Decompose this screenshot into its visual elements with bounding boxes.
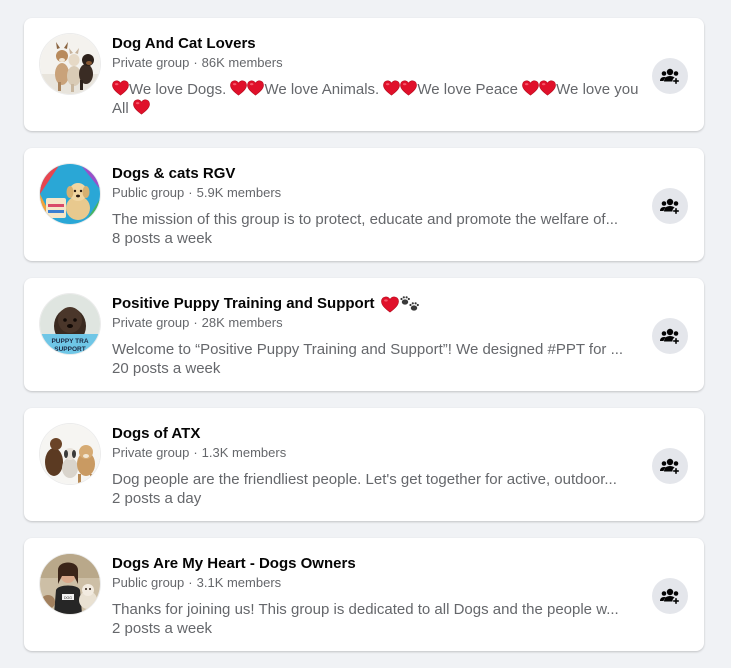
heart-icon [133, 99, 150, 115]
group-members: 1.3K members [201, 445, 287, 460]
join-group-button[interactable] [652, 188, 688, 224]
join-group-button[interactable] [652, 448, 688, 484]
heart-icon [383, 80, 400, 96]
group-avatar[interactable] [40, 164, 100, 224]
svg-text:SUPPORT: SUPPORT [54, 346, 85, 353]
group-meta: Private group · 86K members [112, 54, 640, 72]
group-privacy: Public group [112, 185, 185, 200]
group-name[interactable]: Dog And Cat Lovers [112, 34, 640, 54]
join-group-icon [660, 196, 680, 216]
group-description: The mission of this group is to protect,… [112, 211, 619, 228]
group-description: Dog people are the friendliest people. L… [112, 471, 617, 488]
separator: · [188, 575, 193, 590]
heart-icon [400, 80, 417, 96]
paw-prints-icon [399, 295, 419, 311]
separator: · [188, 185, 193, 200]
group-privacy: Private group [112, 315, 190, 330]
group-info: Dog And Cat Lovers Private group · 86K mem… [112, 34, 640, 118]
group-name[interactable]: Dogs of ATX [112, 424, 640, 444]
group-info: Dogs Are My Heart - Dogs Owners Public g… [112, 554, 640, 638]
group-privacy: Private group [112, 55, 190, 70]
group-name[interactable]: Dogs Are My Heart - Dogs Owners [112, 554, 640, 574]
group-description: We love Dogs. We love Animals. We love P… [112, 80, 639, 117]
join-group-icon [660, 326, 680, 346]
heart-icon [522, 80, 539, 96]
group-info: Dogs of ATX Private group · 1.3K members D… [112, 424, 640, 508]
group-avatar[interactable]: DOG [40, 554, 100, 614]
group-name[interactable]: Dogs & cats RGV [112, 164, 640, 184]
separator: · [193, 445, 198, 460]
group-card[interactable]: DOG Dogs Are My Heart - Dogs Owners Publ… [24, 538, 704, 651]
group-info: Dogs & cats RGV Public group · 5.9K member… [112, 164, 640, 248]
heart-icon [112, 80, 129, 96]
join-group-icon [660, 66, 680, 86]
heart-icon [381, 296, 399, 313]
group-meta: Public group · 5.9K members [112, 184, 640, 202]
group-activity: 8 posts a week [112, 230, 213, 247]
group-results-list: Dog And Cat Lovers Private group · 86K mem… [24, 18, 704, 668]
group-meta: Public group · 3.1K members [112, 574, 640, 592]
join-group-button[interactable] [652, 318, 688, 354]
svg-text:PUPPY TRA: PUPPY TRA [51, 338, 88, 345]
group-description: Welcome to “Positive Puppy Training and … [112, 341, 624, 358]
group-meta: Private group · 1.3K members [112, 444, 640, 462]
group-avatar[interactable] [40, 34, 100, 94]
separator: · [193, 55, 198, 70]
group-members: 86K members [201, 55, 283, 70]
join-group-icon [660, 586, 680, 606]
group-meta: Private group · 28K members [112, 314, 640, 332]
join-group-button[interactable] [652, 578, 688, 614]
join-group-button[interactable] [652, 58, 688, 94]
group-members: 5.9K members [196, 185, 282, 200]
group-members: 3.1K members [196, 575, 282, 590]
group-activity: 2 posts a day [112, 490, 202, 507]
group-avatar[interactable] [40, 424, 100, 484]
heart-icon [230, 80, 247, 96]
group-avatar[interactable]: PUPPY TRA SUPPORT [40, 294, 100, 354]
group-description: Thanks for joining us! This group is ded… [112, 601, 619, 618]
name-emoji [379, 295, 421, 313]
group-activity: 20 posts a week [112, 360, 221, 377]
heart-icon [247, 80, 264, 96]
group-privacy: Private group [112, 445, 190, 460]
svg-text:DOG: DOG [64, 596, 72, 600]
group-card[interactable]: Dog And Cat Lovers Private group · 86K mem… [24, 18, 704, 131]
separator: · [193, 315, 198, 330]
group-privacy: Public group [112, 575, 185, 590]
group-name[interactable]: Positive Puppy Training and Support [112, 294, 640, 314]
group-card[interactable]: Dogs & cats RGV Public group · 5.9K member… [24, 148, 704, 261]
group-members: 28K members [201, 315, 283, 330]
group-card[interactable]: PUPPY TRA SUPPORT Positive Puppy Trainin… [24, 278, 704, 391]
group-card[interactable]: Dogs of ATX Private group · 1.3K members D… [24, 408, 704, 521]
group-activity: 2 posts a week [112, 620, 213, 637]
heart-icon [539, 80, 556, 96]
join-group-icon [660, 456, 680, 476]
group-info: Positive Puppy Training and Support Priv… [112, 294, 640, 378]
